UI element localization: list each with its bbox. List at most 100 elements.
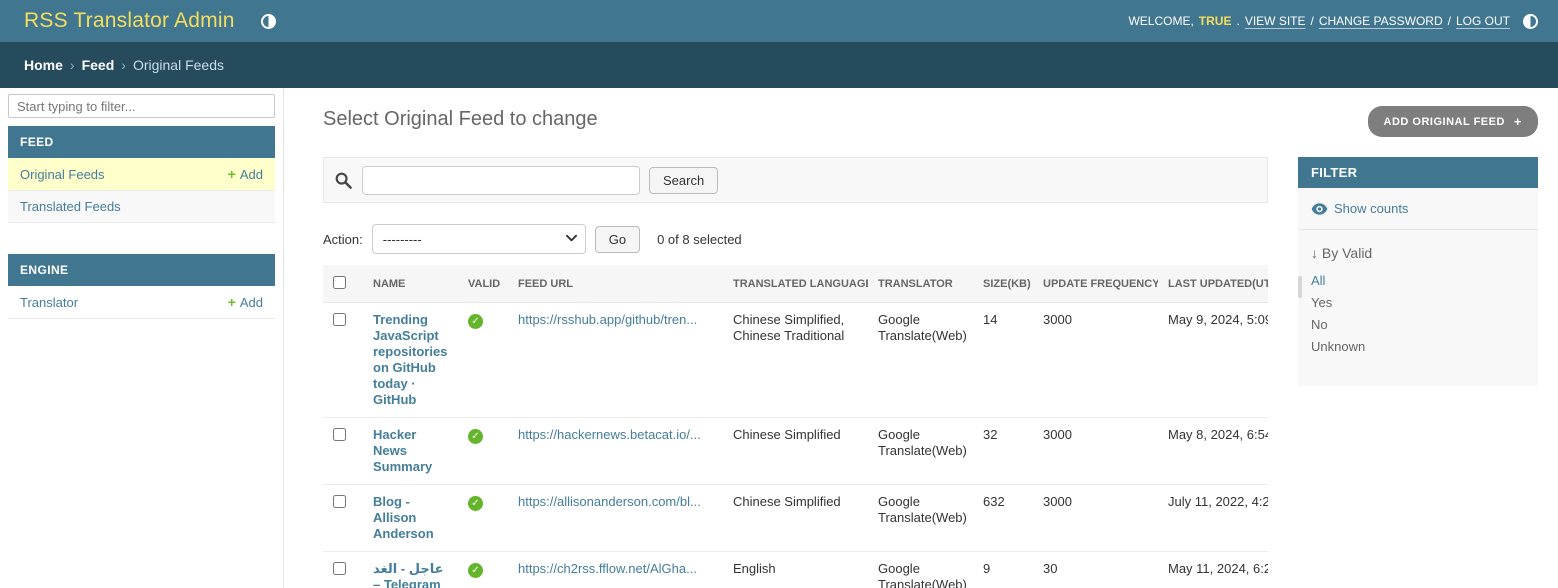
add-original-feed-link[interactable]: +Add xyxy=(228,166,263,182)
update-frequency-cell: 30 xyxy=(1033,552,1158,588)
sidebar-item-translated-feeds[interactable]: Translated Feeds xyxy=(8,191,275,223)
plus-icon: + xyxy=(228,294,236,310)
row-checkbox[interactable] xyxy=(333,495,346,508)
translator-cell: Google Translate(Web) xyxy=(868,418,973,485)
view-site-link[interactable]: VIEW SITE xyxy=(1245,14,1306,28)
sidebar-item-translator[interactable]: Translator +Add xyxy=(8,286,275,319)
last-updated-cell: May 9, 2024, 5:09 a.m. xyxy=(1158,303,1268,418)
row-checkbox[interactable] xyxy=(333,428,346,441)
action-label: Action: xyxy=(323,232,363,247)
select-all-checkbox[interactable] xyxy=(333,276,346,289)
feed-name-link[interactable]: Hacker News Summary xyxy=(373,427,432,474)
update-frequency-cell: 3000 xyxy=(1033,418,1158,485)
table-row: عاجل - الغد – Telegram https://ch2rss.ff… xyxy=(323,552,1268,588)
add-original-feed-button[interactable]: ADD ORIGINAL FEED + xyxy=(1368,106,1538,137)
size-cell: 14 xyxy=(973,303,1033,418)
column-header-update-frequency[interactable]: UPDATE FREQUENCY xyxy=(1043,278,1158,290)
sidebar-filter-input[interactable] xyxy=(8,94,275,118)
table-row: Hacker News Summary https://hackernews.b… xyxy=(323,418,1268,485)
search-button[interactable]: Search xyxy=(649,167,718,194)
sidebar-item-label[interactable]: Original Feeds xyxy=(20,167,105,182)
search-icon xyxy=(334,171,353,190)
last-updated-cell: July 11, 2022, 4:25 p.m. xyxy=(1158,485,1268,552)
site-brand-link[interactable]: RSS Translator Admin xyxy=(24,9,235,33)
result-table: NAME VALID FEED URL TRANSLATED LANGUAGE … xyxy=(323,265,1268,588)
action-select[interactable]: --------- xyxy=(372,224,586,254)
go-button[interactable]: Go xyxy=(595,226,640,253)
theme-toggle-icon[interactable] xyxy=(261,14,276,29)
sort-arrow-icon: ↓ xyxy=(1311,245,1318,261)
eye-icon xyxy=(1311,203,1328,215)
link-separator: / xyxy=(1448,14,1451,28)
sidebar-section-title: FEED xyxy=(8,126,275,158)
translated-language-cell: Chinese Simplified xyxy=(723,418,868,485)
search-bar: Search xyxy=(323,157,1268,203)
show-counts-toggle[interactable]: Show counts xyxy=(1298,201,1538,230)
row-checkbox[interactable] xyxy=(333,562,346,575)
breadcrumb-separator: › xyxy=(121,57,126,73)
filter-option-no[interactable]: No xyxy=(1311,314,1525,336)
breadcrumb: Home › Feed › Original Feeds xyxy=(0,42,1558,88)
add-translator-link[interactable]: +Add xyxy=(228,294,263,310)
sidebar-item-label[interactable]: Translated Feeds xyxy=(20,199,121,214)
actions-row: Action: --------- Go 0 of 8 selected xyxy=(323,224,1268,254)
filter-panel-title: FILTER xyxy=(1298,157,1538,188)
size-cell: 9 xyxy=(973,552,1033,588)
column-header-valid[interactable]: VALID xyxy=(468,278,500,290)
breadcrumb-home-link[interactable]: Home xyxy=(24,57,63,73)
feed-name-link[interactable]: عاجل - الغد – Telegram xyxy=(373,561,443,588)
main-content: Select Original Feed to change ADD ORIGI… xyxy=(284,88,1558,588)
translator-cell: Google Translate(Web) xyxy=(868,552,973,588)
breadcrumb-separator: › xyxy=(70,57,75,73)
translated-language-cell: English xyxy=(723,552,868,588)
column-header-translator[interactable]: TRANSLATOR xyxy=(878,278,953,290)
sidebar-section-title: ENGINE xyxy=(8,254,275,286)
nav-sidebar: FEED Original Feeds +Add Translated Feed… xyxy=(0,88,284,588)
feed-url-link[interactable]: https://hackernews.betacat.io/... xyxy=(518,427,713,443)
update-frequency-cell: 3000 xyxy=(1033,485,1158,552)
filter-panel: FILTER Show counts ↓ By Valid xyxy=(1298,157,1538,386)
link-separator: / xyxy=(1311,14,1314,28)
feed-name-link[interactable]: Blog - Allison Anderson xyxy=(373,494,434,541)
valid-check-icon xyxy=(468,563,483,578)
last-updated-cell: May 8, 2024, 6:54 a.m. xyxy=(1158,418,1268,485)
plus-icon: + xyxy=(1514,114,1522,129)
column-header-last-updated[interactable]: LAST UPDATED(UTC) xyxy=(1168,278,1268,290)
user-tools: WELCOME, TRUE. VIEW SITE / CHANGE PASSWO… xyxy=(1128,14,1538,29)
translated-language-cell: Chinese Simplified, Chinese Traditional xyxy=(723,303,868,418)
valid-check-icon xyxy=(468,496,483,511)
filter-option-unknown[interactable]: Unknown xyxy=(1311,336,1525,358)
sidebar-item-original-feeds[interactable]: Original Feeds +Add xyxy=(8,158,275,191)
sidebar-section-feed: FEED Original Feeds +Add Translated Feed… xyxy=(8,126,275,223)
column-header-translated-language[interactable]: TRANSLATED LANGUAGE xyxy=(733,278,868,290)
column-header-size[interactable]: SIZE(KB) xyxy=(983,278,1031,290)
feed-url-link[interactable]: https://allisonanderson.com/bl... xyxy=(518,494,713,510)
table-header-row: NAME VALID FEED URL TRANSLATED LANGUAGE … xyxy=(323,265,1268,303)
feed-url-link[interactable]: https://ch2rss.fflow.net/AlGha... xyxy=(518,561,713,577)
search-input[interactable] xyxy=(362,166,640,195)
filter-option-yes[interactable]: Yes xyxy=(1311,292,1525,314)
valid-check-icon xyxy=(468,314,483,329)
translator-cell: Google Translate(Web) xyxy=(868,303,973,418)
filter-option-all[interactable]: All xyxy=(1311,270,1525,292)
filter-scrollbar[interactable] xyxy=(1298,276,1302,298)
column-header-feed-url[interactable]: FEED URL xyxy=(518,278,573,290)
username: TRUE xyxy=(1199,14,1232,28)
breadcrumb-current: Original Feeds xyxy=(133,57,224,73)
welcome-text: WELCOME, xyxy=(1128,14,1193,28)
translated-language-cell: Chinese Simplified xyxy=(723,485,868,552)
breadcrumb-feed-link[interactable]: Feed xyxy=(82,57,115,73)
column-header-name[interactable]: NAME xyxy=(373,278,405,290)
page-title: Select Original Feed to change xyxy=(323,106,598,132)
table-row: Blog - Allison Anderson https://allisona… xyxy=(323,485,1268,552)
last-updated-cell: May 11, 2024, 6:27 a.m. xyxy=(1158,552,1268,588)
feed-url-link[interactable]: https://rsshub.app/github/tren... xyxy=(518,312,713,328)
log-out-link[interactable]: LOG OUT xyxy=(1456,14,1510,28)
sidebar-section-engine: ENGINE Translator +Add xyxy=(8,254,275,319)
selection-note: 0 of 8 selected xyxy=(657,232,742,247)
theme-toggle-icon[interactable] xyxy=(1523,14,1538,29)
sidebar-item-label[interactable]: Translator xyxy=(20,295,78,310)
feed-name-link[interactable]: Trending JavaScript repositories on GitH… xyxy=(373,312,447,407)
row-checkbox[interactable] xyxy=(333,313,346,326)
change-password-link[interactable]: CHANGE PASSWORD xyxy=(1319,14,1443,28)
